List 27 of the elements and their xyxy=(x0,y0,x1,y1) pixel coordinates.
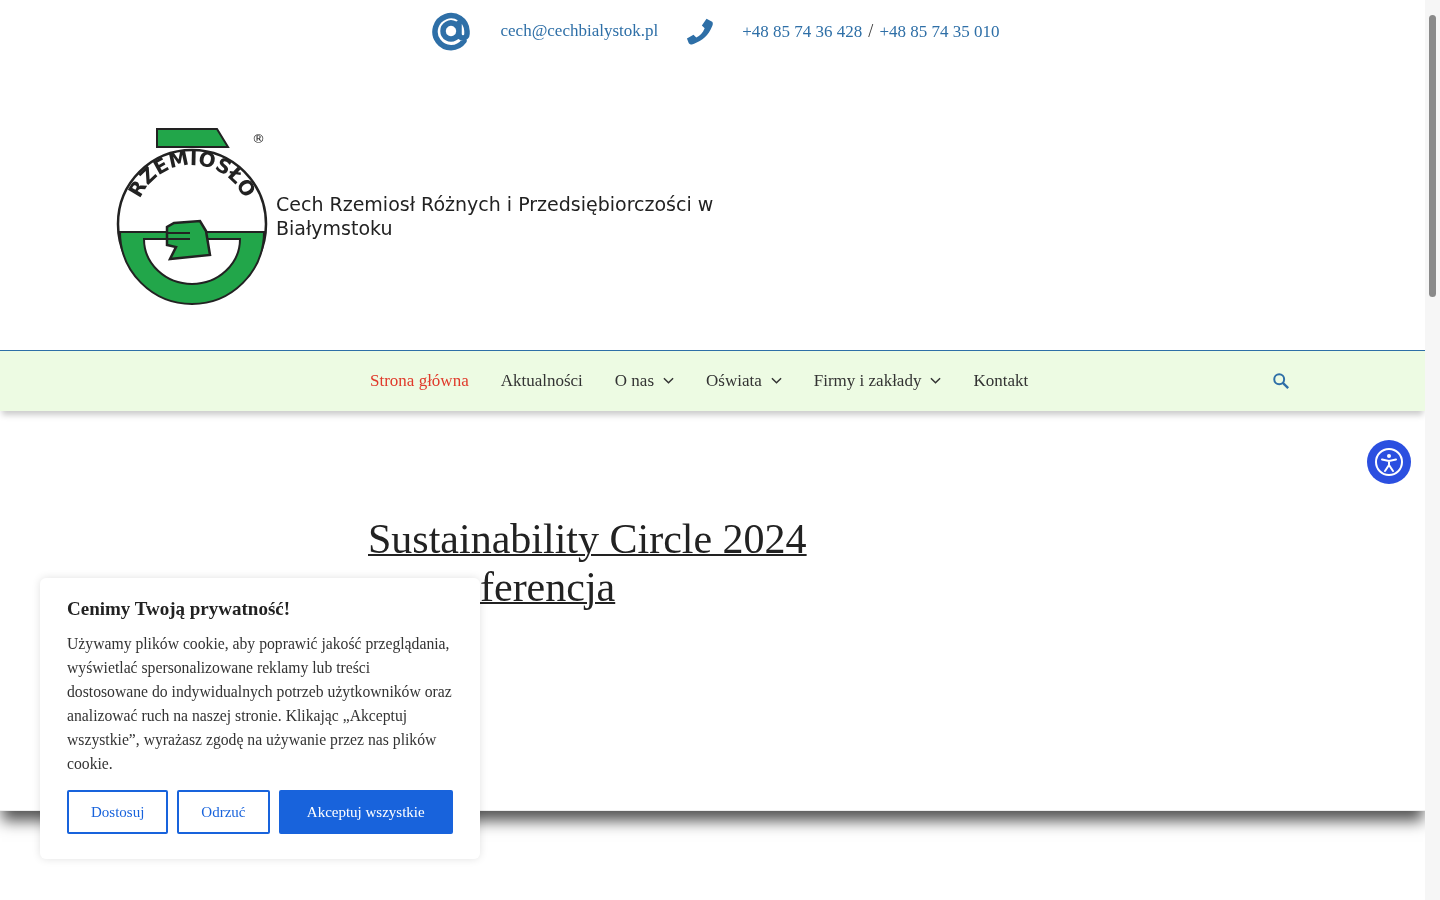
chevron-down-icon xyxy=(930,377,942,385)
at-sign-icon xyxy=(430,11,471,51)
email-link[interactable]: cech@cechbialystok.pl xyxy=(500,21,659,41)
nav-link[interactable]: Strona główna xyxy=(354,371,485,391)
accessibility-button[interactable] xyxy=(1367,440,1411,484)
cookie-title: Cenimy Twoją prywatność! xyxy=(67,598,292,620)
scrollbar-thumb[interactable] xyxy=(1429,15,1436,297)
nav-link[interactable]: Firmy i zakłady xyxy=(797,371,958,391)
article-title-link[interactable]: ferencja xyxy=(480,563,616,611)
cookie-button[interactable]: Odrzuć xyxy=(177,790,270,834)
cookie-button[interactable]: Dostosuj xyxy=(67,790,169,834)
cookie-text: Używamy plików cookie, aby poprawić jakość przeglądania, wyświetlać spersonalizowane reklamy lub treści dostosowane do indywidualnych potrzeb użytkowników oraz analizować ruch na naszej stronie. Klikając „Akceptuj wszystkie”, wyrażasz zgodę na używanie przez nas plików cookie. xyxy=(67,634,453,774)
nav-link[interactable]: Oświata xyxy=(690,371,798,391)
article-title-link[interactable]: Sustainability Circle 2024 xyxy=(368,515,807,563)
phone-link[interactable]: +48 85 74 36 428 xyxy=(742,21,863,41)
scrollbar[interactable] xyxy=(1425,0,1440,900)
separator: / xyxy=(868,20,874,41)
search-icon[interactable] xyxy=(1272,372,1291,390)
site-title[interactable]: Cech Rzemiosł Różnych i Przedsiębiorczości w Białymstoku xyxy=(276,192,746,240)
accept-all-button[interactable]: Akceptuj wszystkie xyxy=(278,790,453,834)
chevron-down-icon xyxy=(770,377,782,385)
phone-icon xyxy=(686,17,715,45)
chevron-down-icon xyxy=(663,377,675,385)
nav-link[interactable]: Kontakt xyxy=(957,371,1045,391)
nav-link[interactable]: O nas xyxy=(598,371,691,391)
nav-link[interactable]: Aktualności xyxy=(484,371,599,391)
phone-link[interactable]: +48 85 74 35 010 xyxy=(879,21,1000,41)
